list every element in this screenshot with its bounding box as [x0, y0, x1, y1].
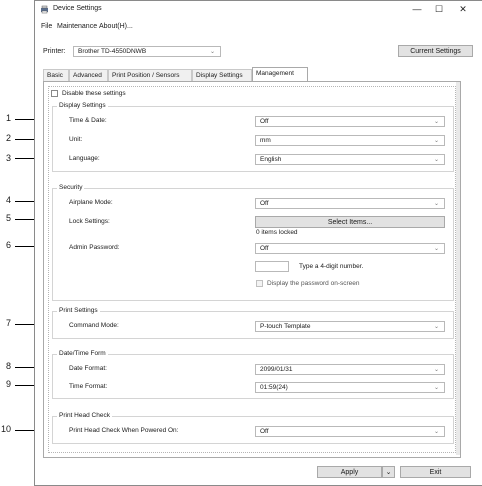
chevron-down-icon: ⌄ — [433, 367, 439, 373]
minimize-button[interactable]: — — [407, 3, 427, 16]
language-value: English — [260, 156, 282, 163]
current-settings-button[interactable]: Current Settings — [398, 45, 473, 57]
menu-maintenance[interactable]: Maintenance — [57, 23, 97, 30]
printer-value: Brother TD-4550DNWB — [78, 48, 147, 55]
printer-select[interactable]: Brother TD-4550DNWB ⌄ — [73, 46, 221, 57]
device-settings-window: Device Settings — ☐ ✕ File Maintenance A… — [34, 0, 482, 486]
select-items-button[interactable]: Select Items... — [255, 216, 445, 228]
admin-password-select[interactable]: Off ⌄ — [255, 243, 445, 254]
exit-button[interactable]: Exit — [400, 466, 471, 478]
chevron-down-icon: ⌄ — [433, 429, 439, 435]
display-password-checkbox[interactable] — [256, 280, 263, 287]
lock-settings-label: Lock Settings: — [69, 218, 110, 225]
print-settings-title: Print Settings — [57, 307, 100, 314]
unit-select[interactable]: mm ⌄ — [255, 135, 445, 146]
items-locked-status: 0 items locked — [256, 229, 298, 236]
callout-4: 4 — [6, 195, 12, 205]
print-head-check-select[interactable]: Off ⌄ — [255, 426, 445, 437]
chevron-down-icon: ⌄ — [433, 385, 439, 391]
title-bar: Device Settings — ☐ ✕ — [35, 1, 482, 18]
password-input[interactable] — [255, 261, 289, 272]
command-mode-label: Command Mode: — [69, 322, 119, 329]
settings-area: Disable these settings Display Settings … — [48, 86, 456, 453]
print-head-check-value: Off — [260, 428, 269, 435]
unit-label: Unit: — [69, 136, 83, 143]
menu-about[interactable]: About(H)... — [99, 23, 133, 30]
menu-file[interactable]: File — [41, 23, 52, 30]
date-format-label: Date Format: — [69, 365, 107, 372]
callout-8: 8 — [6, 361, 12, 371]
callout-10: 10 — [1, 424, 12, 434]
management-panel: Disable these settings Display Settings … — [43, 81, 461, 458]
callout-9: 9 — [6, 379, 12, 389]
chevron-down-icon: ⌄ — [209, 49, 215, 55]
apply-options-dropdown[interactable]: ⌄ — [382, 466, 395, 478]
chevron-down-icon: ⌄ — [433, 324, 439, 330]
tab-basic[interactable]: Basic — [43, 69, 69, 81]
tab-print-position-sensors[interactable]: Print Position / Sensors — [108, 69, 192, 81]
callout-6: 6 — [6, 240, 12, 250]
date-format-select[interactable]: 2099/01/31 ⌄ — [255, 364, 445, 375]
date-time-form-title: Date/Time Form — [57, 350, 108, 357]
vertical-scrollbar[interactable] — [456, 82, 460, 455]
callout-1: 1 — [6, 113, 12, 123]
maximize-button[interactable]: ☐ — [429, 3, 449, 16]
time-date-select[interactable]: Off ⌄ — [255, 116, 445, 127]
apply-button[interactable]: Apply — [317, 466, 382, 478]
admin-password-label: Admin Password: — [69, 244, 120, 251]
display-password-label: Display the password on-screen — [267, 280, 360, 287]
print-head-check-label: Print Head Check When Powered On: — [69, 427, 179, 434]
app-printer-icon — [40, 5, 49, 14]
chevron-down-icon: ⌄ — [433, 246, 439, 252]
password-hint: Type a 4-digit number. — [299, 263, 364, 270]
time-format-value: 01:59(24) — [260, 384, 288, 391]
airplane-mode-value: Off — [260, 200, 269, 207]
chevron-down-icon: ⌄ — [433, 138, 439, 144]
disable-settings-checkbox[interactable] — [51, 90, 58, 97]
time-format-label: Time Format: — [69, 383, 108, 390]
language-label: Language: — [69, 155, 100, 162]
printer-label: Printer: — [43, 48, 66, 55]
tab-advanced[interactable]: Advanced — [69, 69, 108, 81]
tab-management[interactable]: Management — [252, 67, 308, 81]
time-format-select[interactable]: 01:59(24) ⌄ — [255, 382, 445, 393]
security-title: Security — [57, 184, 85, 191]
date-format-value: 2099/01/31 — [260, 366, 293, 373]
chevron-down-icon: ⌄ — [433, 157, 439, 163]
admin-password-value: Off — [260, 245, 269, 252]
close-button[interactable]: ✕ — [453, 3, 473, 16]
tab-display-settings[interactable]: Display Settings — [192, 69, 252, 81]
chevron-down-icon: ⌄ — [433, 201, 439, 207]
window-title: Device Settings — [53, 5, 102, 12]
disable-settings-label: Disable these settings — [62, 90, 126, 97]
airplane-mode-label: Airplane Mode: — [69, 199, 113, 206]
time-date-label: Time & Date: — [69, 117, 107, 124]
chevron-down-icon: ⌄ — [433, 119, 439, 125]
command-mode-select[interactable]: P-touch Template ⌄ — [255, 321, 445, 332]
command-mode-value: P-touch Template — [260, 323, 311, 330]
unit-value: mm — [260, 137, 271, 144]
callout-5: 5 — [6, 213, 12, 223]
callout-2: 2 — [6, 133, 12, 143]
print-head-check-title: Print Head Check — [57, 412, 112, 419]
callout-3: 3 — [6, 153, 12, 163]
callout-7: 7 — [6, 318, 12, 328]
airplane-mode-select[interactable]: Off ⌄ — [255, 198, 445, 209]
display-settings-title: Display Settings — [57, 102, 108, 109]
language-select[interactable]: English ⌄ — [255, 154, 445, 165]
time-date-value: Off — [260, 118, 269, 125]
